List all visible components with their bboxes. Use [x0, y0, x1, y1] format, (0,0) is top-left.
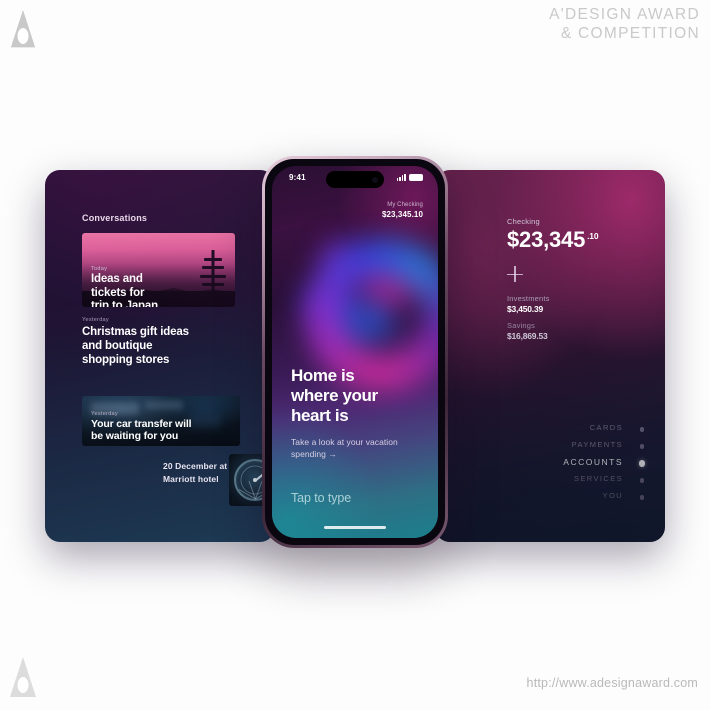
- savings-value: $16,869.53: [507, 331, 548, 341]
- nav-dot-icon: [639, 427, 644, 432]
- card-title: Ideas and tickets for trip to Japan: [91, 273, 159, 307]
- item-title: Christmas gift ideas and boutique shoppi…: [82, 326, 189, 366]
- nav-item-payments[interactable]: PAYMENTS: [435, 438, 665, 455]
- accounts-panel: Checking $23,345.10 Investments $3,450.3…: [435, 170, 665, 542]
- nav-dot-icon-active: [638, 460, 645, 467]
- investments-value: $3,450.39: [507, 304, 544, 314]
- hero-headline: Home is where your heart is: [291, 366, 378, 426]
- dynamic-island: [326, 171, 384, 188]
- nav-item-services[interactable]: SERVICES: [435, 472, 665, 489]
- nav-item-cards[interactable]: CARDS: [435, 421, 665, 438]
- nav-label: YOU: [602, 491, 623, 500]
- nav-label: CARDS: [589, 423, 623, 432]
- gauge-hub: [253, 478, 257, 482]
- card-kicker: Yesterday: [91, 411, 118, 417]
- my-checking-chip[interactable]: My Checking $23,345.10: [382, 202, 423, 219]
- plus-icon[interactable]: [507, 266, 523, 282]
- hero-block: Home is where your heart is Take a look …: [291, 366, 420, 460]
- checking-label: Checking: [507, 217, 540, 226]
- checking-amount-dollars: $23,345: [507, 227, 586, 252]
- conversation-item-christmas[interactable]: Yesterday Christmas gift ideas and bouti…: [82, 317, 242, 367]
- conversation-card-car-transfer[interactable]: Yesterday Your car transfer will be wait…: [82, 396, 240, 446]
- nav-label: SERVICES: [574, 474, 623, 483]
- conversations-heading: Conversations: [82, 213, 148, 223]
- status-bar-indicators: [396, 173, 423, 181]
- conversations-panel: Conversations Today Ideas and tickets fo…: [45, 170, 275, 542]
- status-bar: 9:41: [272, 166, 438, 192]
- item-kicker: Yesterday: [82, 317, 109, 323]
- checking-amount-cents: .10: [587, 230, 599, 241]
- conversation-card-japan[interactable]: Today Ideas and tickets for trip to Japa…: [82, 233, 235, 307]
- tap-to-type-input[interactable]: Tap to type: [291, 491, 351, 505]
- phone-screen: 9:41 My Checking $23,345.10 Home is wher…: [272, 166, 438, 538]
- front-camera-icon: [372, 176, 378, 183]
- card-title: Your car transfer will be waiting for yo…: [91, 418, 192, 443]
- screenshot-canvas: A'DESIGN AWARD & COMPETITION http://www.…: [0, 0, 710, 710]
- battery-full-icon: [409, 173, 423, 181]
- savings-label: Savings: [507, 321, 536, 330]
- my-checking-amount: $23,345.10: [381, 210, 423, 219]
- abstract-gradient-blob: [286, 224, 438, 392]
- hero-subtext[interactable]: Take a look at your vacation spending →: [291, 437, 420, 460]
- design-composition: Conversations Today Ideas and tickets fo…: [0, 0, 710, 710]
- nav-item-you[interactable]: YOU: [435, 489, 665, 506]
- checking-amount: $23,345.10: [507, 227, 599, 253]
- cellular-signal-icon: [396, 173, 406, 181]
- nav-dot-icon: [639, 495, 644, 500]
- status-bar-time: 9:41: [289, 173, 306, 182]
- nav-dot-icon: [639, 478, 644, 483]
- section-nav: CARDS PAYMENTS ACCOUNTS SERVICES YOU: [435, 421, 665, 506]
- nav-item-accounts[interactable]: ACCOUNTS: [435, 455, 665, 472]
- home-indicator-bar[interactable]: [324, 526, 386, 529]
- phone-mockup: 9:41 My Checking $23,345.10 Home is wher…: [262, 156, 448, 548]
- nav-dot-icon: [639, 444, 644, 449]
- nav-label: ACCOUNTS: [563, 457, 623, 467]
- my-checking-label: My Checking: [387, 202, 423, 208]
- phone-frame: 9:41 My Checking $23,345.10 Home is wher…: [265, 159, 445, 545]
- card-kicker: Today: [91, 266, 108, 272]
- investments-label: Investments: [507, 294, 550, 303]
- nav-label: PAYMENTS: [571, 440, 623, 449]
